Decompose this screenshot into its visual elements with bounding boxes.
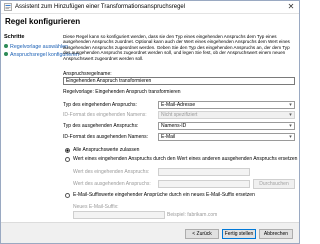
incoming-type-value: E-Mail-Adresse [161,102,196,108]
outgoing-format-value: E-Mail [161,134,176,140]
incoming-value-input[interactable] [158,168,250,176]
finish-button[interactable]: Fertig stellen [222,229,256,239]
outgoing-format-label: ID-Format des ausgehenden Namens: [63,134,149,140]
title-bar: Assistent zum Hinzufügen einer Transform… [1,1,299,14]
incoming-format-value: Nicht spezifiziert [161,112,198,118]
steps-panel: Schritte Regelvorlage auswählen Anspruch… [1,31,79,221]
back-button[interactable]: < Zurück [185,229,219,239]
browse-button[interactable]: Durchsuchen [253,179,295,189]
chevron-down-icon: ▾ [289,123,292,129]
incoming-type-select[interactable]: E-Mail-Adresse ▾ [158,101,295,109]
outgoing-type-value: Namens-ID [161,123,187,129]
template-text: Regelvorlage: Eingehenden Anspruch trans… [63,89,181,95]
radio-unselected-icon [65,157,70,162]
outgoing-format-select[interactable]: E-Mail ▾ [158,133,295,141]
page-header: Regel konfigurieren [1,14,299,30]
radio-replace-suffix-label: E-Mail-Suffixwerte eingehender Ansprüche… [73,192,255,198]
incoming-type-label: Typ des eingehenden Anspruchs: [63,102,137,108]
close-icon[interactable]: ✕ [286,2,296,12]
incoming-format-label: ID-Format des eingehenden Namens: [63,112,147,118]
step-complete-icon [4,44,8,48]
outgoing-value-label: Wert des ausgehenden Anspruchs: [73,181,151,187]
chevron-down-icon: ▾ [289,112,292,118]
radio-unselected-icon [65,193,70,198]
radio-replace-value[interactable]: Wert eines eingehenden Anspruchs durch d… [65,156,298,164]
radio-selected-icon [65,148,70,153]
step-label: Regelvorlage auswählen [10,44,69,50]
page-title: Regel konfigurieren [5,17,81,26]
steps-heading: Schritte [4,34,25,40]
chevron-down-icon: ▾ [289,134,292,140]
outgoing-type-select[interactable]: Namens-ID ▾ [158,122,295,130]
chevron-down-icon: ▾ [289,102,292,108]
new-suffix-input[interactable] [73,211,165,219]
wizard-icon [4,3,12,11]
wizard-window: Assistent zum Hinzufügen einer Transform… [0,0,300,244]
new-suffix-label: Neues E-Mail-Suffix: [73,204,119,210]
outgoing-value-input[interactable] [158,180,250,188]
window-title: Assistent zum Hinzufügen einer Transform… [15,4,186,10]
cancel-button[interactable]: Abbrechen [259,229,293,239]
step-select-template[interactable]: Regelvorlage auswählen [4,44,68,51]
description-text: Diese Regel kann so konfiguriert werden,… [63,34,290,61]
footer-bar: < Zurück Fertig stellen Abbrechen [1,222,299,243]
radio-replace-suffix[interactable]: E-Mail-Suffixwerte eingehender Ansprüche… [65,192,295,200]
suffix-example-text: Beispiel: fabrikam.com [167,212,218,218]
outgoing-type-label: Typ des ausgehenden Anspruchs: [63,123,139,129]
incoming-value-label: Wert des eingehenden Anspruchs: [73,169,150,175]
step-current-icon [4,52,8,56]
main-content: Diese Regel kann so konfiguriert werden,… [61,31,298,221]
radio-allow-all[interactable]: Alle Anspruchswerte zulassen [65,147,295,155]
incoming-format-select[interactable]: Nicht spezifiziert ▾ [158,111,295,119]
radio-replace-value-label: Wert eines eingehenden Anspruchs durch d… [73,156,298,162]
radio-allow-all-label: Alle Anspruchswerte zulassen [73,147,140,153]
rule-name-input[interactable]: Eingehenden Anspruch transformieren [63,77,295,85]
